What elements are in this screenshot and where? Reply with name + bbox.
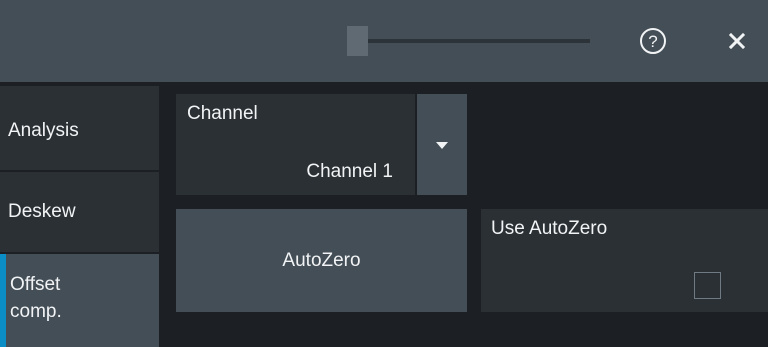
channel-dropdown-button[interactable] [417, 94, 467, 195]
tab-analysis[interactable]: Analysis [0, 86, 159, 170]
active-tab-indicator [0, 254, 6, 347]
transparency-slider-track[interactable] [368, 39, 590, 43]
close-button[interactable] [722, 26, 752, 56]
tab-label-line2: comp. [10, 301, 62, 322]
use-autozero-panel: Use AutoZero [481, 209, 768, 312]
tab-label: Analysis [8, 120, 79, 141]
tab-offset-comp[interactable]: Offset comp. [0, 254, 159, 347]
svg-text:?: ? [648, 32, 657, 51]
autozero-button[interactable]: AutoZero [176, 209, 467, 312]
tab-label: Deskew [8, 201, 76, 222]
chevron-down-icon [436, 141, 448, 149]
channel-select[interactable]: Channel Channel 1 [176, 94, 415, 195]
help-circle-icon: ? [640, 28, 666, 54]
autozero-button-label: AutoZero [282, 249, 361, 271]
channel-value: Channel 1 [306, 161, 393, 182]
use-autozero-label: Use AutoZero [491, 218, 608, 239]
channel-label: Channel [187, 103, 258, 124]
sidebar: Analysis Deskew Offset comp. [0, 82, 160, 347]
transparency-slider-handle[interactable] [347, 26, 368, 56]
tab-label-line1: Offset [10, 274, 61, 295]
close-icon [728, 32, 746, 50]
offset-compensation-dialog: ? Analysis Deskew Offset comp. Channel C… [0, 0, 768, 347]
help-button[interactable]: ? [638, 26, 668, 56]
use-autozero-checkbox[interactable] [694, 272, 721, 299]
dialog-title-bar: ? [0, 0, 768, 82]
tab-deskew[interactable]: Deskew [0, 172, 159, 252]
